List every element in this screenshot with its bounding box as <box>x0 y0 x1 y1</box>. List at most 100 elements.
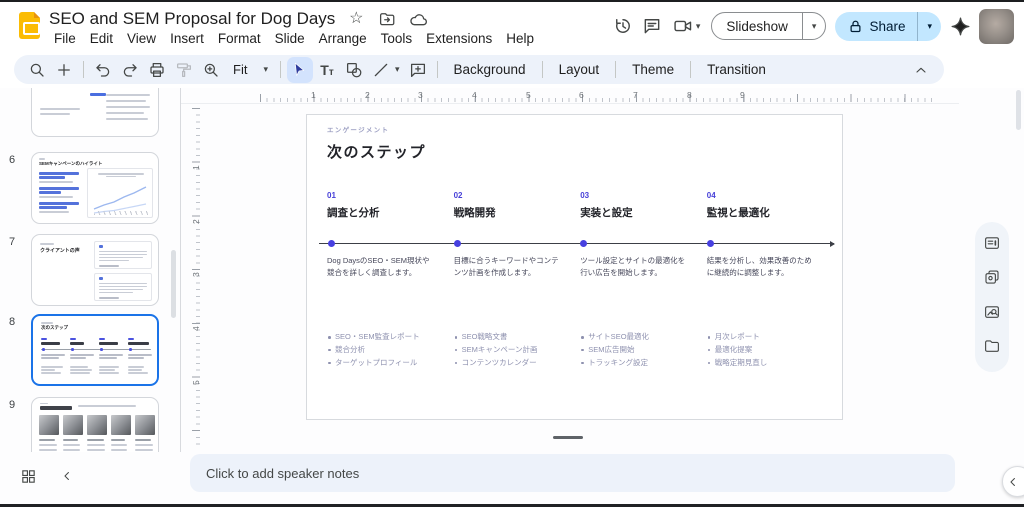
photos-panel-icon[interactable] <box>983 268 1001 291</box>
canvas-scrollbar[interactable] <box>1016 90 1021 130</box>
slide-thumbnail-8[interactable]: 次のステップ <box>31 314 159 386</box>
timeline-dot <box>707 240 714 247</box>
toolbar-divider <box>690 61 691 78</box>
step-deliverables: SEO・SEM監査レポート 競合分析 ターゲットプロフィール SEO戦略文書 S… <box>327 331 833 369</box>
thumbnail-chart <box>87 168 153 218</box>
zoom-select[interactable]: Fit ▾ <box>225 62 274 77</box>
zoom-in-icon[interactable] <box>198 57 224 83</box>
google-slides-app: SEO and SEM Proposal for Dog Days ☆ File… <box>0 0 1024 507</box>
step-2: 02 戦略開発 <box>454 191 564 220</box>
slideshow-button[interactable]: Slideshow <box>712 13 802 39</box>
slide-thumbnail-5[interactable] <box>31 88 159 137</box>
filmstrip-scrollbar[interactable] <box>171 250 176 318</box>
menu-file[interactable]: File <box>47 30 83 47</box>
grid-view-icon[interactable] <box>20 468 38 486</box>
text-box-button[interactable]: Tт <box>314 57 340 83</box>
speaker-notes-placeholder: Click to add speaker notes <box>206 466 359 481</box>
transition-button[interactable]: Transition <box>697 62 776 77</box>
share-button-label: Share <box>869 19 905 34</box>
slide-thumbnail-7[interactable]: クライアントの声 <box>31 234 159 306</box>
theme-button[interactable]: Theme <box>622 62 684 77</box>
menu-insert[interactable]: Insert <box>163 30 211 47</box>
toolbar: Fit ▾ Tт ▾ Background Layout <box>14 55 944 84</box>
share-button[interactable]: Share <box>835 12 917 41</box>
slide-number: 7 <box>9 236 15 248</box>
slide-canvas-area: 1 2 3 4 5 6 7 8 9 1 2 3 4 5 エンゲージメント 次のス… <box>181 88 1024 452</box>
toolbar-divider <box>437 61 438 78</box>
vertical-ruler: 1 2 3 4 5 <box>190 108 200 448</box>
chevron-down-icon: ▾ <box>696 22 701 31</box>
zoom-value: Fit <box>233 62 247 77</box>
share-options-button[interactable]: ▾ <box>917 12 941 41</box>
menu-extensions[interactable]: Extensions <box>419 30 499 47</box>
collapse-filmstrip-icon[interactable] <box>60 469 76 485</box>
hide-menus-icon[interactable] <box>908 57 934 83</box>
star-icon[interactable]: ☆ <box>346 9 366 29</box>
insert-shape-button[interactable] <box>341 57 367 83</box>
toolbar-divider <box>280 61 281 78</box>
redo-button[interactable] <box>117 57 143 83</box>
insert-comment-button[interactable] <box>405 57 431 83</box>
version-history-icon[interactable] <box>613 16 633 36</box>
paint-format-icon[interactable] <box>171 57 197 83</box>
toolbar-row: Fit ▾ Tт ▾ Background Layout <box>0 50 1024 88</box>
video-camera-icon <box>673 16 693 36</box>
toolbar-divider <box>83 61 84 78</box>
background-button[interactable]: Background <box>444 62 536 77</box>
folder-panel-icon[interactable] <box>983 337 1001 360</box>
step-4: 04 監視と最適化 <box>707 191 817 220</box>
ruler-divider <box>181 103 959 104</box>
select-tool-button[interactable] <box>287 57 313 83</box>
menu-tools[interactable]: Tools <box>374 30 420 47</box>
chevron-down-icon[interactable]: ▾ <box>395 65 400 74</box>
show-side-panel-button[interactable] <box>1002 466 1024 497</box>
document-title-row: SEO and SEM Proposal for Dog Days ☆ <box>49 8 428 30</box>
toolbar-divider <box>542 61 543 78</box>
insert-line-button[interactable] <box>368 57 394 83</box>
side-panel-rail <box>975 222 1009 372</box>
share-button-group: Share ▾ <box>835 12 941 41</box>
slideshow-options-button[interactable]: ▾ <box>802 13 826 39</box>
slide-thumbnail-9[interactable] <box>31 397 159 452</box>
templates-panel-icon[interactable] <box>983 234 1001 257</box>
gemini-sparkle-icon[interactable] <box>950 16 970 36</box>
image-search-panel-icon[interactable] <box>983 303 1001 326</box>
document-title[interactable]: SEO and SEM Proposal for Dog Days <box>49 9 335 29</box>
print-button[interactable] <box>144 57 170 83</box>
meet-call-control[interactable]: ▾ <box>671 16 703 36</box>
account-avatar[interactable] <box>979 9 1014 44</box>
horizontal-ruler: 1 2 3 4 5 6 7 8 9 <box>260 92 932 102</box>
menubar: File Edit View Insert Format Slide Arran… <box>47 30 541 47</box>
menu-slide[interactable]: Slide <box>268 30 312 47</box>
slide-page[interactable]: エンゲージメント 次のステップ 01 調査と分析 02 戦略開発 03 実装と設… <box>306 114 843 420</box>
slide-eyebrow: エンゲージメント <box>327 124 389 134</box>
app-header: SEO and SEM Proposal for Dog Days ☆ File… <box>0 2 1024 50</box>
slide-title: 次のステップ <box>327 141 426 162</box>
search-menus-icon[interactable] <box>24 57 50 83</box>
step-descriptions: Dog DaysのSEO・SEM現状や競合を詳しく調査します。 目標に合うキーワ… <box>327 255 833 280</box>
slide-thumbnail-6[interactable]: SEMキャンペーンのハイライト <box>31 152 159 224</box>
menu-view[interactable]: View <box>120 30 163 47</box>
speaker-notes-input[interactable]: Click to add speaker notes <box>190 454 955 492</box>
cloud-status-icon[interactable] <box>408 9 428 29</box>
menu-arrange[interactable]: Arrange <box>312 30 374 47</box>
undo-button[interactable] <box>90 57 116 83</box>
header-actions: ▾ Slideshow ▾ Share ▾ <box>613 8 1014 44</box>
filmstrip: 6 SEMキャンペーンのハイライト <box>0 88 181 452</box>
move-folder-icon[interactable] <box>377 9 397 29</box>
chevron-down-icon: ▾ <box>263 65 268 74</box>
timeline-arrow <box>319 243 834 244</box>
slides-logo-icon[interactable] <box>19 12 40 39</box>
layout-button[interactable]: Layout <box>549 62 610 77</box>
menu-help[interactable]: Help <box>499 30 541 47</box>
toolbar-divider <box>615 61 616 78</box>
comments-icon[interactable] <box>642 16 662 36</box>
notes-resize-handle[interactable] <box>553 436 583 439</box>
step-3: 03 実装と設定 <box>580 191 690 220</box>
slide-number: 9 <box>9 399 15 411</box>
timeline-dot <box>328 240 335 247</box>
menu-format[interactable]: Format <box>211 30 268 47</box>
new-slide-button[interactable] <box>51 57 77 83</box>
timeline-dot <box>580 240 587 247</box>
menu-edit[interactable]: Edit <box>83 30 120 47</box>
